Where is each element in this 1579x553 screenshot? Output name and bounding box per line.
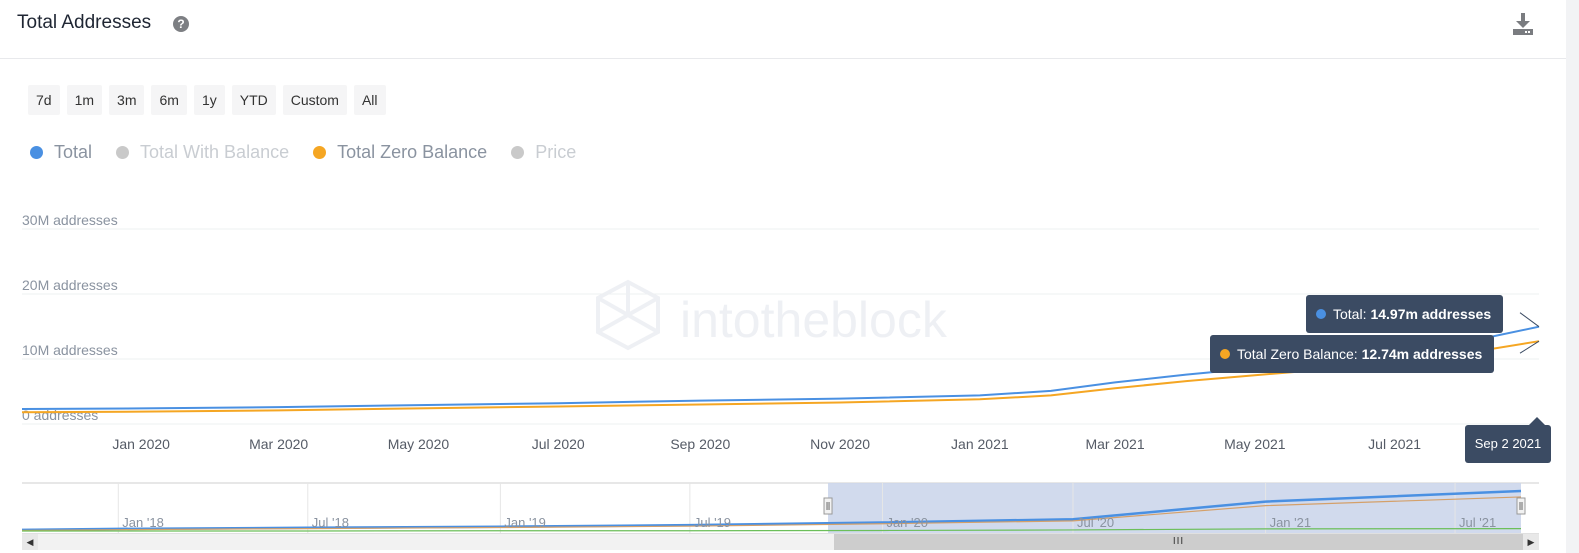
navigator-left-handle[interactable]	[823, 497, 833, 515]
question-circle-icon[interactable]: ?	[173, 16, 189, 32]
navigator-chart[interactable]: Jan '18 Jul '18 Jan '19 Jul '19 Jan '20 Jul '…	[0, 480, 1566, 533]
legend-dot-icon	[511, 146, 525, 159]
tooltip-zero-label: Total Zero Balance:	[1237, 346, 1358, 362]
legend-label: Price	[535, 142, 577, 162]
legend-item-price[interactable]: Price	[511, 142, 576, 163]
range-selector: 7d 1m 3m 6m 1y YTD Custom All	[28, 85, 386, 115]
x-tick-label: May 2021	[1224, 436, 1286, 452]
range-3m-button[interactable]: 3m	[109, 85, 145, 115]
card-header: Total Addresses ?	[0, 0, 1566, 59]
x-tick-label: Jan 2020	[112, 436, 170, 452]
x-tick-label: Jul 2020	[532, 436, 585, 452]
legend-item-total[interactable]: Total	[30, 142, 92, 163]
navigator-scrollbar[interactable]: ◀ III ▶	[22, 533, 1539, 550]
y-tick-label: 20M addresses	[22, 277, 118, 293]
tooltip-connector	[1519, 312, 1540, 328]
scroll-right-arrow-icon[interactable]: ▶	[1523, 534, 1539, 550]
chart-legend: Total Total With Balance Total Zero Bala…	[30, 142, 600, 163]
range-7d-button[interactable]: 7d	[28, 85, 60, 115]
scrollbar-thumb[interactable]: III	[834, 534, 1523, 550]
navigator-tick-label: Jul '20	[1077, 515, 1114, 530]
tooltip-total: Total: 14.97m addresses	[1306, 295, 1504, 333]
series-dot-icon	[1220, 349, 1230, 359]
navigator-tick-label: Jan '19	[504, 515, 546, 530]
legend-label: Total Zero Balance	[337, 142, 488, 162]
x-tick-label: Nov 2020	[810, 436, 870, 452]
y-tick-label: 30M addresses	[22, 212, 118, 228]
navigator-tick-label: Jan '20	[886, 515, 928, 530]
navigator-tick-label: Jul '21	[1459, 515, 1496, 530]
tooltip-zero-balance: Total Zero Balance: 12.74m addresses	[1210, 335, 1495, 373]
x-tick-label: Mar 2021	[1085, 436, 1144, 452]
navigator-right-handle[interactable]	[1516, 497, 1526, 515]
tooltip-total-label: Total:	[1333, 306, 1367, 322]
x-tick-label: Jul 2021	[1368, 436, 1421, 452]
navigator-tick-label: Jan '18	[122, 515, 164, 530]
range-1y-button[interactable]: 1y	[193, 85, 225, 115]
legend-item-total-zero-balance[interactable]: Total Zero Balance	[313, 142, 487, 163]
navigator-tick-label: Jan '21	[1270, 515, 1312, 530]
legend-dot-icon	[313, 146, 327, 159]
grip-icon: III	[1172, 536, 1185, 547]
scroll-left-arrow-icon[interactable]: ◀	[22, 534, 38, 550]
watermark-logo: intotheblock	[596, 279, 948, 351]
legend-item-total-with-balance[interactable]: Total With Balance	[116, 142, 289, 163]
card-title: Total Addresses	[17, 12, 152, 33]
x-tick-label: Sep 2020	[670, 436, 730, 452]
legend-label: Total	[54, 142, 93, 162]
range-1m-button[interactable]: 1m	[66, 85, 103, 115]
navigator-tick-label: Jul '19	[694, 515, 731, 530]
range-custom-button[interactable]: Custom	[282, 85, 347, 115]
range-ytd-button[interactable]: YTD	[231, 85, 276, 115]
series-dot-icon	[1316, 309, 1326, 319]
tooltip-total-value: 14.97m addresses	[1370, 306, 1492, 322]
legend-dot-icon	[116, 146, 130, 159]
navigator-tick-label: Jul '18	[312, 515, 349, 530]
range-all-button[interactable]: All	[353, 85, 386, 115]
navigator-selected-range[interactable]	[828, 483, 1521, 533]
x-tick-label: Jan 2021	[951, 436, 1009, 452]
tooltip-zero-value: 12.74m addresses	[1361, 346, 1483, 362]
watermark-text: intotheblock	[680, 292, 948, 348]
tooltip-date: Sep 2 2021	[1465, 417, 1551, 463]
y-tick-label: 10M addresses	[22, 342, 118, 358]
download-icon[interactable]	[1512, 12, 1534, 36]
chart-card: Total Addresses ? 7d 1m 3m 6m 1y YTD Cus…	[0, 0, 1566, 553]
x-tick-label: May 2020	[388, 436, 450, 452]
x-tick-label: Mar 2020	[249, 436, 308, 452]
legend-label: Total With Balance	[140, 142, 290, 162]
range-6m-button[interactable]: 6m	[151, 85, 187, 115]
legend-dot-icon	[30, 146, 43, 159]
